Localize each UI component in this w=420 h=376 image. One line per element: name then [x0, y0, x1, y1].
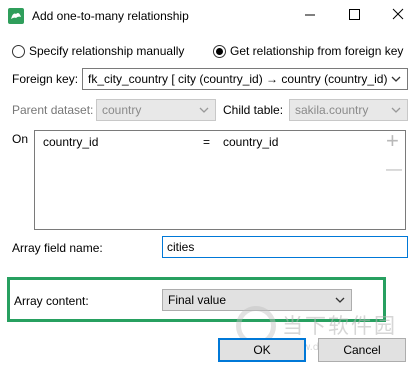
maximize-icon — [349, 9, 360, 20]
radio-foreign-key-label: Get relationship from foreign key — [230, 44, 404, 58]
radio-manual[interactable]: Specify relationship manually — [12, 42, 184, 60]
chevron-down-icon — [391, 107, 401, 113]
chevron-down-icon — [335, 297, 345, 303]
parent-dataset-select[interactable]: country — [96, 99, 216, 121]
join-conditions-list[interactable]: country_id = country_id — [34, 130, 406, 230]
child-table-label: Child table: — [223, 103, 284, 117]
child-table-value: sakila.country — [295, 103, 369, 117]
foreign-key-value: fk_city_country [ city (country_id) → co… — [88, 72, 388, 86]
chevron-down-icon — [391, 76, 401, 82]
minimize-button[interactable] — [288, 0, 332, 30]
array-content-select[interactable]: Final value — [162, 289, 352, 311]
array-content-label: Array content: — [14, 294, 89, 308]
on-label: On — [12, 132, 29, 146]
app-icon — [8, 8, 24, 24]
window-title: Add one-to-many relationship — [32, 9, 189, 23]
join-operator: = — [203, 135, 211, 149]
close-button[interactable] — [376, 0, 420, 30]
join-right-column[interactable]: country_id — [223, 135, 278, 149]
array-content-value: Final value — [168, 293, 227, 307]
array-field-name-text[interactable] — [167, 240, 403, 254]
parent-dataset-label: Parent dataset: — [12, 103, 94, 117]
array-field-name-input[interactable] — [162, 236, 408, 258]
title-bar: Add one-to-many relationship — [0, 0, 420, 34]
child-table-select[interactable]: sakila.country — [289, 99, 408, 121]
chevron-down-icon — [199, 107, 209, 113]
join-left-column[interactable]: country_id — [43, 135, 98, 149]
close-icon — [392, 8, 404, 20]
remove-condition-button[interactable]: — — [386, 160, 402, 180]
radio-foreign-key[interactable]: Get relationship from foreign key — [213, 42, 403, 60]
array-field-name-label: Array field name: — [12, 241, 103, 255]
maximize-button[interactable] — [332, 0, 376, 30]
radio-manual-indicator[interactable] — [12, 44, 25, 58]
minimize-icon — [305, 14, 315, 16]
foreign-key-select[interactable]: fk_city_country [ city (country_id) → co… — [82, 68, 408, 90]
add-condition-button[interactable]: + — [386, 130, 399, 152]
parent-dataset-value: country — [102, 103, 142, 117]
radio-manual-label: Specify relationship manually — [29, 44, 185, 58]
foreign-key-label: Foreign key: — [12, 72, 79, 86]
radio-foreign-key-indicator[interactable] — [213, 44, 226, 58]
ok-button[interactable]: OK — [218, 338, 306, 362]
cancel-button[interactable]: Cancel — [318, 338, 406, 362]
